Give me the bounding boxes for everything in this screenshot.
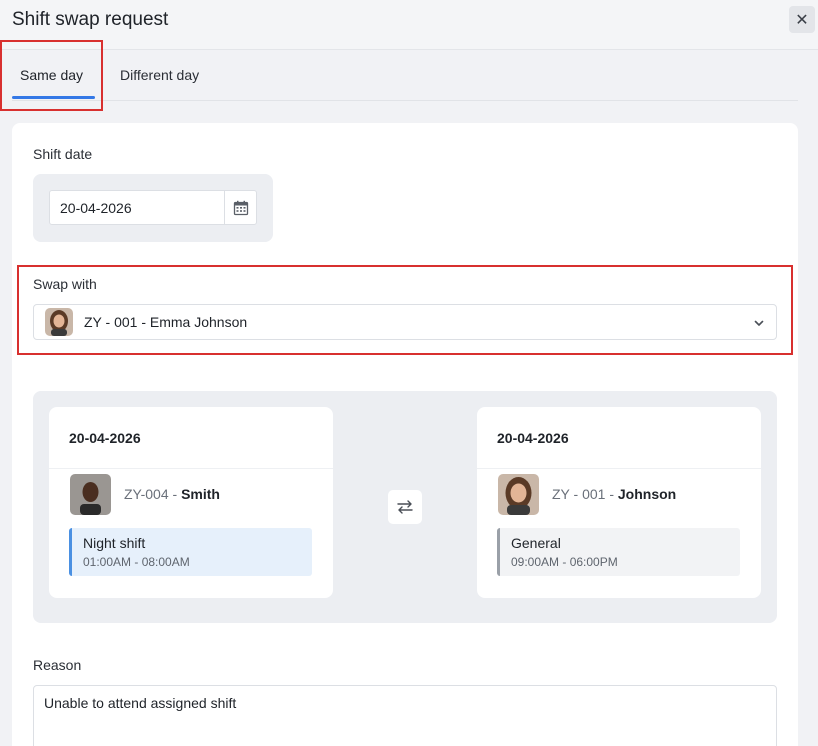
tab-different-day[interactable]: Different day xyxy=(120,67,199,83)
current-shift-card: 20-04-2026 ZY-004 - Smith Night shift 01… xyxy=(49,407,333,598)
card-divider xyxy=(49,468,333,469)
shift-info: General 09:00AM - 06:00PM xyxy=(497,528,740,576)
employee-surname: Johnson xyxy=(617,486,677,502)
dialog-title: Shift swap request xyxy=(12,9,169,30)
avatar xyxy=(498,474,539,515)
employee-id: ZY - 001 - xyxy=(552,486,618,502)
highlight-box-swap-with xyxy=(17,265,793,355)
shift-info: Night shift 01:00AM - 08:00AM xyxy=(69,528,312,576)
swap-arrows-icon xyxy=(397,500,413,514)
calendar-button[interactable] xyxy=(225,191,257,224)
close-icon: ✕ xyxy=(795,11,809,29)
swap-target-shift-card: 20-04-2026 ZY - 001 - Johnson General 09… xyxy=(477,407,761,598)
shift-time: 01:00AM - 08:00AM xyxy=(83,555,190,569)
shift-name: Night shift xyxy=(83,535,146,551)
reason-textarea[interactable]: Unable to attend assigned shift xyxy=(33,685,777,746)
tab-bar: Same day Different day xyxy=(0,51,818,101)
shift-date-value: 20-04-2026 xyxy=(60,200,132,216)
reason-value: Unable to attend assigned shift xyxy=(44,695,237,711)
card-divider xyxy=(477,468,761,469)
close-button[interactable]: ✕ xyxy=(789,6,815,33)
avatar xyxy=(70,474,111,515)
employee-name: ZY-004 - Smith xyxy=(124,486,220,502)
employee-id: ZY-004 - xyxy=(124,486,182,502)
shift-date-label: Shift date xyxy=(33,146,93,162)
shift-card-date: 20-04-2026 xyxy=(69,430,141,446)
tab-divider xyxy=(12,100,798,101)
dialog-header: Shift swap request ✕ xyxy=(0,0,818,50)
reason-label: Reason xyxy=(33,657,82,673)
swap-button[interactable] xyxy=(388,490,422,524)
shift-card-date: 20-04-2026 xyxy=(497,430,569,446)
highlight-box-tab xyxy=(0,40,103,111)
calendar-icon xyxy=(233,200,249,215)
shift-name: General xyxy=(511,535,561,551)
shift-date-field[interactable]: 20-04-2026 xyxy=(49,190,257,225)
employee-surname: Smith xyxy=(181,486,220,502)
shift-time: 09:00AM - 06:00PM xyxy=(511,555,618,569)
employee-name: ZY - 001 - Johnson xyxy=(552,486,676,502)
